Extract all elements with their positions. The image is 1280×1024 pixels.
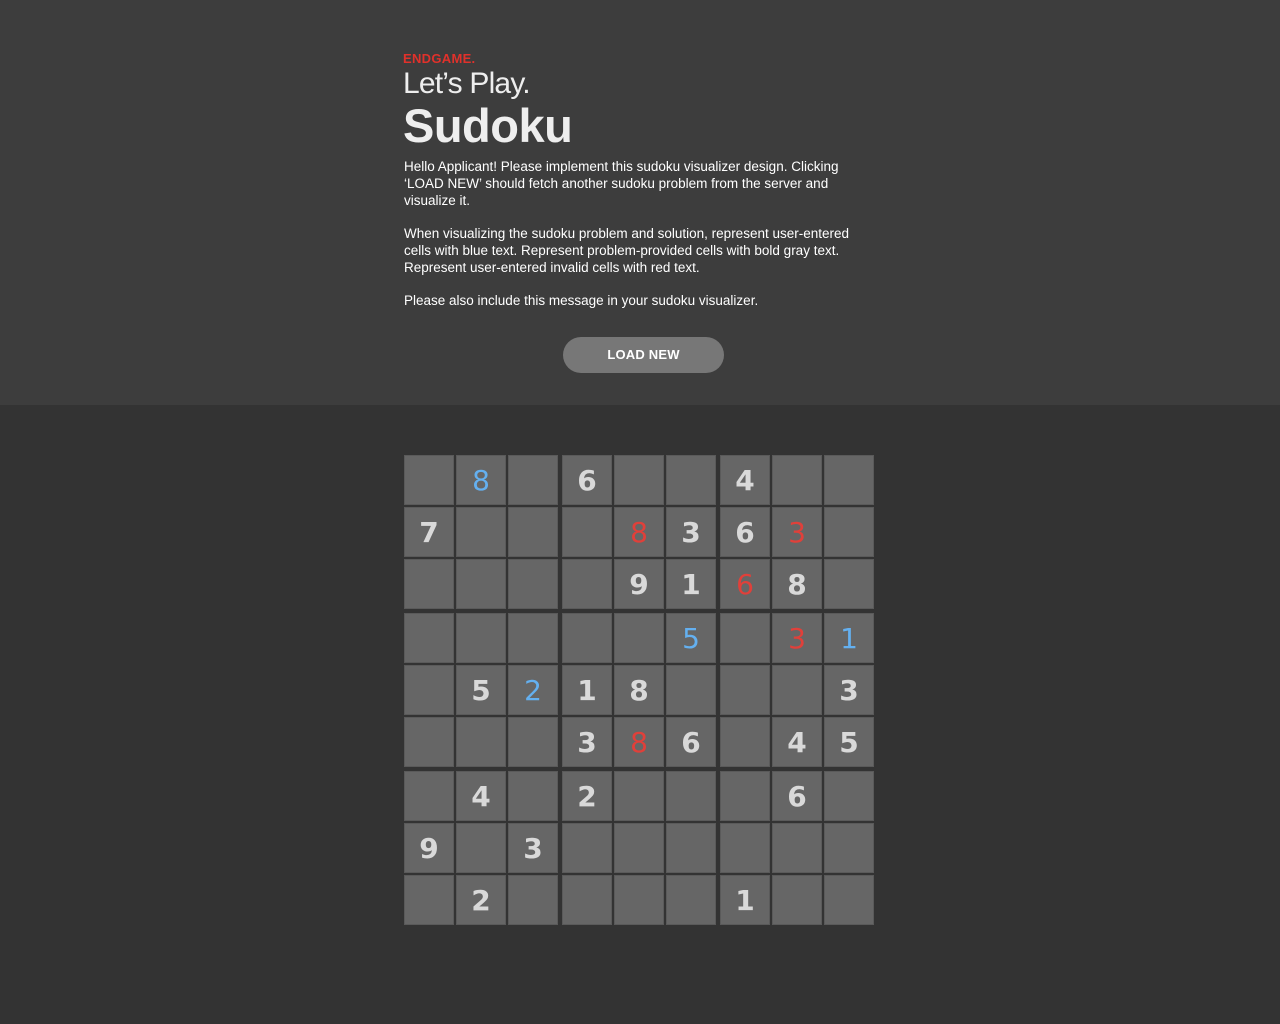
- sudoku-cell[interactable]: [404, 613, 454, 663]
- sudoku-cell[interactable]: [824, 455, 874, 505]
- sudoku-cell[interactable]: [614, 613, 664, 663]
- message-paragraph-2: When visualizing the sudoku problem and …: [404, 226, 850, 275]
- sudoku-cell[interactable]: 8: [614, 665, 664, 715]
- sudoku-cell[interactable]: 3: [772, 613, 822, 663]
- sudoku-cell[interactable]: [666, 455, 716, 505]
- sudoku-cell[interactable]: 3: [824, 665, 874, 715]
- sudoku-cell[interactable]: [508, 875, 558, 925]
- sudoku-cell[interactable]: 4: [720, 455, 770, 505]
- sudoku-cell[interactable]: [720, 717, 770, 767]
- sudoku-cell[interactable]: [614, 771, 664, 821]
- sudoku-cell[interactable]: [456, 507, 506, 557]
- sudoku-cell[interactable]: [772, 823, 822, 873]
- sudoku-cell[interactable]: [772, 455, 822, 505]
- sudoku-cell[interactable]: 2: [562, 771, 612, 821]
- sudoku-cell[interactable]: [508, 771, 558, 821]
- sudoku-cell[interactable]: [720, 771, 770, 821]
- message-paragraph-1: Hello Applicant! Please implement this s…: [404, 159, 839, 208]
- sudoku-cell[interactable]: [404, 665, 454, 715]
- sudoku-cell[interactable]: 6: [720, 559, 770, 609]
- sudoku-cell[interactable]: 1: [562, 665, 612, 715]
- header-panel: ENDGAME. Let’s Play. Sudoku Hello Applic…: [0, 0, 1280, 405]
- sudoku-cell[interactable]: [824, 771, 874, 821]
- sudoku-cell[interactable]: 1: [824, 613, 874, 663]
- load-new-button[interactable]: LOAD NEW: [563, 337, 724, 373]
- sudoku-cell[interactable]: 5: [666, 613, 716, 663]
- sudoku-cell[interactable]: 8: [772, 559, 822, 609]
- sudoku-cell[interactable]: [666, 823, 716, 873]
- page-title: Sudoku: [403, 99, 573, 152]
- sudoku-cell[interactable]: [720, 665, 770, 715]
- sudoku-cell[interactable]: 5: [456, 665, 506, 715]
- sudoku-cell[interactable]: [666, 665, 716, 715]
- sudoku-cell[interactable]: 2: [456, 875, 506, 925]
- sudoku-cell[interactable]: [404, 717, 454, 767]
- sudoku-cell[interactable]: 3: [772, 507, 822, 557]
- sudoku-cell[interactable]: [456, 559, 506, 609]
- sudoku-cell[interactable]: [404, 875, 454, 925]
- sudoku-cell[interactable]: [720, 613, 770, 663]
- sudoku-cell[interactable]: [508, 455, 558, 505]
- sudoku-cell[interactable]: 7: [404, 507, 454, 557]
- sudoku-cell[interactable]: 3: [562, 717, 612, 767]
- sudoku-cell[interactable]: [404, 559, 454, 609]
- sudoku-cell[interactable]: [614, 823, 664, 873]
- sudoku-cell[interactable]: 1: [720, 875, 770, 925]
- sudoku-cell[interactable]: [824, 875, 874, 925]
- sudoku-cell[interactable]: [666, 771, 716, 821]
- sudoku-cell[interactable]: 5: [824, 717, 874, 767]
- sudoku-cell[interactable]: [614, 875, 664, 925]
- sudoku-cell[interactable]: [456, 613, 506, 663]
- sudoku-cell[interactable]: [508, 717, 558, 767]
- page-subtitle: Let’s Play.: [403, 67, 531, 100]
- sudoku-cell[interactable]: [824, 507, 874, 557]
- sudoku-cell[interactable]: 4: [772, 717, 822, 767]
- sudoku-cell[interactable]: [456, 717, 506, 767]
- sudoku-cell[interactable]: 9: [614, 559, 664, 609]
- sudoku-cell[interactable]: 2: [508, 665, 558, 715]
- sudoku-cell[interactable]: 9: [404, 823, 454, 873]
- sudoku-cell[interactable]: [772, 875, 822, 925]
- sudoku-cell[interactable]: 6: [666, 717, 716, 767]
- sudoku-cell[interactable]: [404, 455, 454, 505]
- sudoku-cell[interactable]: [508, 559, 558, 609]
- sudoku-cell[interactable]: 8: [456, 455, 506, 505]
- sudoku-cell[interactable]: 8: [614, 507, 664, 557]
- sudoku-cell[interactable]: [562, 875, 612, 925]
- sudoku-cell[interactable]: 6: [772, 771, 822, 821]
- sudoku-cell[interactable]: [772, 665, 822, 715]
- sudoku-cell[interactable]: [562, 613, 612, 663]
- sudoku-cell[interactable]: [720, 823, 770, 873]
- sudoku-cell[interactable]: [456, 823, 506, 873]
- sudoku-cell[interactable]: [666, 875, 716, 925]
- sudoku-cell[interactable]: 3: [666, 507, 716, 557]
- sudoku-cell[interactable]: [508, 507, 558, 557]
- sudoku-cell[interactable]: [614, 455, 664, 505]
- sudoku-cell[interactable]: 6: [562, 455, 612, 505]
- sudoku-cell[interactable]: [404, 771, 454, 821]
- sudoku-cell[interactable]: 6: [720, 507, 770, 557]
- sudoku-cell[interactable]: [824, 823, 874, 873]
- message-paragraph-3: Please also include this message in your…: [404, 293, 759, 308]
- sudoku-cell[interactable]: 1: [666, 559, 716, 609]
- sudoku-cell[interactable]: [562, 823, 612, 873]
- intro-content: ENDGAME. Let’s Play. Sudoku Hello Applic…: [403, 51, 883, 325]
- sudoku-cell[interactable]: [508, 613, 558, 663]
- sudoku-cell[interactable]: [562, 507, 612, 557]
- sudoku-board: 86478363916853152183386454269321: [404, 455, 875, 926]
- brand-logo: ENDGAME.: [403, 51, 476, 66]
- sudoku-cell[interactable]: [824, 559, 874, 609]
- sudoku-cell[interactable]: [562, 559, 612, 609]
- sudoku-cell[interactable]: 8: [614, 717, 664, 767]
- sudoku-cell[interactable]: 3: [508, 823, 558, 873]
- sudoku-cell[interactable]: 4: [456, 771, 506, 821]
- applicant-message: Hello Applicant! Please implement this s…: [403, 158, 883, 309]
